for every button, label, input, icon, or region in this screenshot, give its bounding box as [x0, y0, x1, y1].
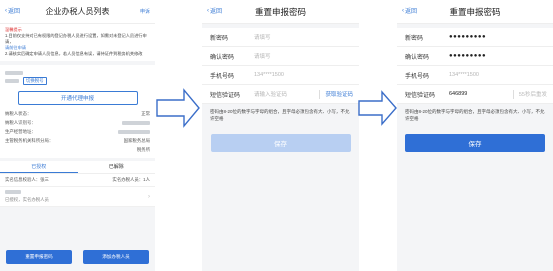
- tab-bar: 已授权 已解除: [0, 161, 155, 174]
- field-label: 确认密码: [210, 54, 235, 61]
- field-label: 手机号码: [405, 73, 430, 80]
- arrow-right-icon: [156, 88, 200, 128]
- arrow-right-icon: [358, 90, 397, 126]
- password-hint: 密码由8-20位的数字与字母的组合，且字母必须包含有大、小写，不允许空格: [210, 109, 350, 121]
- save-button[interactable]: 保存: [210, 134, 351, 152]
- info-label: 生产经营地址：: [5, 128, 36, 134]
- back-label: 返回: [8, 9, 21, 15]
- field-label: 短信验证码: [405, 92, 436, 99]
- page-title: 重置申报密码: [254, 6, 306, 17]
- bottom-action-bar: 重置申报密码 添加办税人员: [0, 245, 155, 271]
- resend-countdown: 55秒后重发: [518, 92, 547, 98]
- info-row: 纳税人状态： 正常: [5, 109, 150, 118]
- list-item-text: 已授权，实名办税人员: [5, 197, 49, 202]
- chevron-left-icon: ‹: [402, 7, 404, 14]
- page-title: 重置申报密码: [449, 6, 501, 17]
- password-form: 新密码 ●●●●●●●●● 确认密码 ●●●●●●●●● 手机号码 134***…: [397, 28, 553, 104]
- redacted-value: [118, 129, 150, 134]
- sms-code-input[interactable]: 646899: [449, 91, 513, 97]
- info-value: 国家税务总局: [123, 137, 150, 143]
- open-agent-filing-button[interactable]: 开通代理申报: [17, 91, 138, 105]
- navbar: ‹ 返回 企业办税人员列表 申诉: [0, 0, 155, 24]
- notice-box: 温馨提示 1.目前仅支持对已有权限的登记办税人员进行设置，如需对未登记人员进行申…: [0, 24, 155, 61]
- new-password-row: 新密码 请填写: [202, 28, 359, 47]
- company-taxpayer-list-screen: ‹ 返回 企业办税人员列表 申诉 温馨提示 1.目前仅支持对已有权限的登记办税人…: [0, 0, 155, 271]
- password-hint: 密码由8-20位的数字与字母的组合，且字母必须包含有大、小写，不允许空格: [405, 109, 545, 121]
- field-label: 短信验证码: [210, 92, 241, 99]
- back-button[interactable]: ‹ 返回: [207, 6, 223, 16]
- phone-row: 手机号码 134****1500: [202, 66, 359, 85]
- info-label: 纳税人识别号：: [5, 119, 36, 125]
- navbar: ‹ 返回 重置申报密码: [202, 0, 359, 24]
- divider: [512, 89, 514, 99]
- new-password-row: 新密码 ●●●●●●●●●: [397, 28, 553, 47]
- page-title: 企业办税人员列表: [45, 7, 110, 16]
- get-code-button[interactable]: 获取验证码: [325, 90, 359, 98]
- confirm-password-input[interactable]: 请填写: [254, 52, 359, 60]
- back-label: 返回: [405, 9, 418, 15]
- info-row: 生产经营地址：: [5, 127, 150, 136]
- field-label: 新密码: [210, 35, 229, 42]
- phone-row: 手机号码 134****1500: [397, 66, 553, 85]
- info-label: 主管税务机关科所分局：: [5, 137, 54, 143]
- chevron-right-icon: ›: [148, 193, 150, 200]
- phone-number-value: 134****1500: [254, 72, 284, 78]
- appeal-link[interactable]: 申诉: [140, 8, 150, 15]
- company-card: 切换税号 开通代理申报 纳税人状态： 正常 纳税人识别号： 生产经营地址： 主管…: [0, 65, 155, 158]
- redacted-value: [122, 120, 150, 125]
- new-password-input[interactable]: ●●●●●●●●●: [449, 34, 553, 40]
- back-button[interactable]: ‹ 返回: [5, 6, 21, 16]
- company-name-redacted: [5, 71, 23, 75]
- sms-code-input[interactable]: 请输入验证码: [254, 90, 319, 98]
- info-label: 纳税人状态：: [5, 110, 32, 116]
- tab-revoked[interactable]: 已解除: [78, 161, 156, 173]
- field-label: 手机号码: [210, 73, 235, 80]
- info-row: 纳税人识别号：: [5, 118, 150, 127]
- switch-tax-id-link[interactable]: 切换税号: [23, 77, 47, 85]
- reset-password-screen-filled: ‹ 返回 重置申报密码 新密码 ●●●●●●●●● 确认密码 ●●●●●●●●●…: [397, 0, 553, 271]
- password-form: 新密码 请填写 确认密码 请填写 手机号码 134****1500 短信验证码 …: [202, 28, 359, 104]
- sms-code-row: 短信验证码 请输入验证码 获取验证码: [202, 85, 359, 104]
- save-button[interactable]: 保存: [405, 134, 545, 152]
- notice-line: 2.请核实后确定申请人员信息，若人员信息有误，请持证件到税务机关修改: [5, 51, 143, 56]
- chevron-left-icon: ‹: [207, 7, 209, 14]
- new-password-input[interactable]: 请填写: [254, 33, 359, 41]
- list-item-text: 实名信息校验人：张三: [5, 177, 49, 182]
- info-value: 税务所: [136, 146, 150, 152]
- reset-password-screen-empty: ‹ 返回 重置申报密码 新密码 请填写 确认密码 请填写 手机号码 134***…: [202, 0, 359, 271]
- phone-number-value: 134****1500: [449, 72, 479, 78]
- info-row: 主管税务机关科所分局： 国家税务总局: [5, 136, 150, 145]
- back-button[interactable]: ‹ 返回: [402, 6, 418, 16]
- list-item[interactable]: 已授权，实名办税人员 ›: [0, 187, 155, 207]
- tab-authorized[interactable]: 已授权: [0, 161, 78, 173]
- confirm-password-row: 确认密码 ●●●●●●●●●: [397, 47, 553, 66]
- back-label: 返回: [210, 9, 223, 15]
- sms-code-row: 短信验证码 646899 55秒后重发: [397, 85, 553, 104]
- field-label: 新密码: [405, 35, 424, 42]
- divider: [319, 89, 321, 99]
- taxpayer-id-redacted: [5, 79, 19, 83]
- info-value: 正常: [141, 110, 150, 116]
- confirm-password-row: 确认密码 请填写: [202, 47, 359, 66]
- list-item[interactable]: 实名信息校验人：张三 实名办税人员：1人: [0, 174, 155, 187]
- field-label: 确认密码: [405, 54, 430, 61]
- add-taxpayer-button[interactable]: 添加办税人员: [83, 250, 149, 264]
- chevron-left-icon: ‹: [5, 7, 7, 14]
- notice-line: 1.目前仅支持对已有权限的登记办税人员进行设置，如需对未登记人员进行申请，: [5, 33, 147, 44]
- confirm-password-input[interactable]: ●●●●●●●●●: [449, 53, 553, 59]
- reset-password-button[interactable]: 重置申报密码: [6, 250, 72, 264]
- info-row: 税务所: [5, 145, 150, 154]
- taxpayer-name-redacted: [5, 190, 21, 194]
- list-item-text: 实名办税人员：1人: [112, 177, 150, 182]
- navbar: ‹ 返回 重置申报密码: [397, 0, 553, 24]
